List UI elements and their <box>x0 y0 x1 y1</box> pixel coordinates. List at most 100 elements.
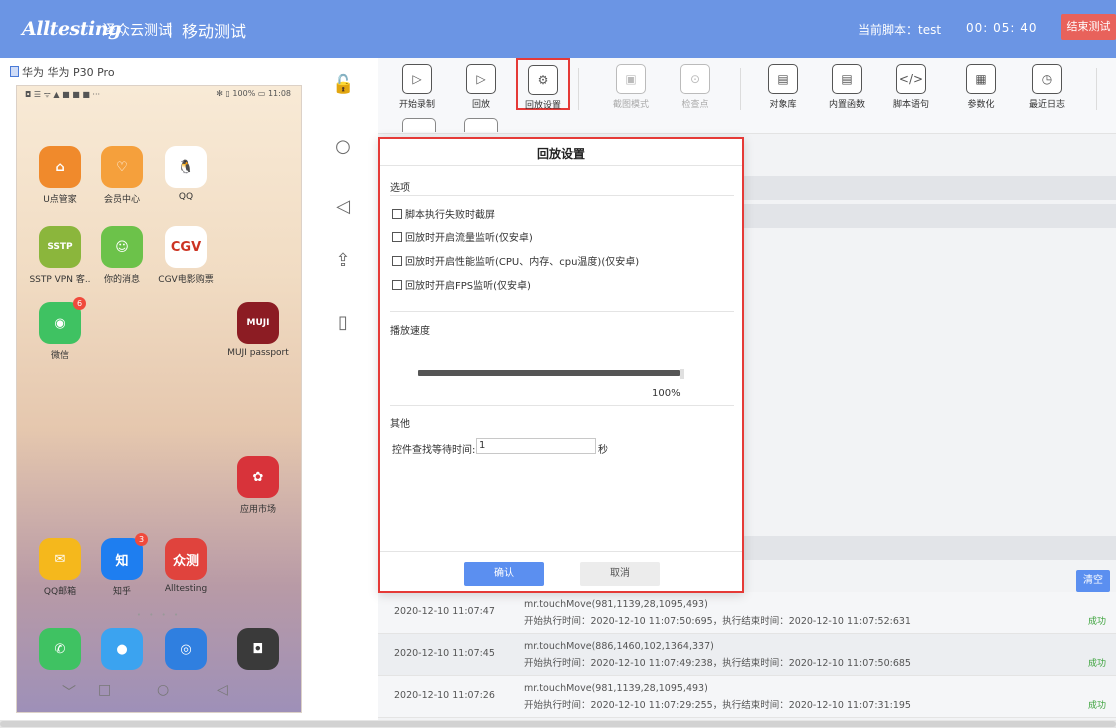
wait-time-unit: 秒 <box>598 445 608 456</box>
phone-call-icon: ✆ <box>39 628 81 670</box>
status-left-icons: ◘ ☰ ᯤ ▲ ■ ■ ■ ··· <box>25 90 101 99</box>
toolbar-screenshot-mode-button[interactable]: ▣ 截图模式 <box>604 64 658 110</box>
qq-penguin-icon: 🐧 <box>165 146 207 188</box>
phone-screen-mirror[interactable]: ◘ ☰ ᯤ ▲ ■ ■ ■ ··· ✻ ▯ 100% ▭ 11:08 • • •… <box>16 85 302 713</box>
replay-settings-dialog: 回放设置 选项 脚本执行失败时截屏 回放时开启流量监听(仅安卓) 回放时开启性能… <box>378 137 744 593</box>
options-section-label: 选项 <box>390 183 410 194</box>
device-name: 华为 华为 P30 Pro <box>22 66 115 79</box>
option-fps-monitor[interactable]: 回放时开启FPS监听(仅安卓) <box>392 277 531 292</box>
screenshot-mode-icon: ▣ <box>616 64 646 94</box>
home-circle-icon[interactable]: ○ <box>332 136 354 158</box>
app-phone-call[interactable]: ✆ <box>25 628 95 674</box>
cancel-button[interactable]: 取消 <box>580 562 660 586</box>
checkbox[interactable] <box>392 231 402 242</box>
log-command: mr.touchMove(981,1139,28,1095,493) <box>524 683 708 694</box>
app-zhihu[interactable]: 知 3 知乎 <box>87 533 157 597</box>
app-label: 会员中心 <box>103 195 140 205</box>
checkbox[interactable] <box>392 279 402 290</box>
app-huawei-appgallery[interactable]: ✿ 应用市场 <box>223 456 293 515</box>
speed-slider[interactable] <box>418 370 680 376</box>
nav-back-icon[interactable]: ◁ <box>217 682 228 698</box>
toolbar-checkpoint-button[interactable]: ⊙ 检查点 <box>668 64 722 110</box>
notification-badge: 6 <box>73 297 86 310</box>
clear-log-button[interactable]: 清空 <box>1076 570 1110 592</box>
replay-settings-gear-icon: ⚙ <box>528 65 558 95</box>
options-divider <box>390 195 734 196</box>
huawei-appgallery-icon: ✿ <box>237 456 279 498</box>
unlock-icon[interactable]: 🔓 <box>332 74 354 96</box>
toolbar-builtin-function-button[interactable]: ▤ 内置函数 <box>820 64 874 110</box>
toolbar-record-play-button[interactable]: ▷ 开始录制 <box>390 64 444 110</box>
rotate-phone-icon[interactable]: ▯ <box>332 312 354 334</box>
nav-home-icon[interactable]: ○ <box>157 682 169 698</box>
phone-status-bar: ◘ ☰ ᯤ ▲ ■ ■ ■ ··· ✻ ▯ 100% ▭ 11:08 <box>17 86 301 104</box>
script-code-icon: </> <box>896 64 926 94</box>
toolbar-replay-button[interactable]: ▷ 回放 <box>454 64 508 110</box>
toolbar-script-code-button[interactable]: </> 脚本语句 <box>884 64 938 110</box>
app-u-home[interactable]: ⌂ U点管家 <box>25 146 95 205</box>
app-label: U点管家 <box>43 195 77 205</box>
wait-time-input[interactable]: 1 <box>476 438 596 454</box>
notification-badge: 3 <box>135 533 148 546</box>
recent-log-icon: ◷ <box>1032 64 1062 94</box>
toolbar-recent-log-button[interactable]: ◷ 最近日志 <box>1020 64 1074 110</box>
toolbar-parameterize-button[interactable]: ▦ 参数化 <box>954 64 1008 110</box>
option-traffic-monitor[interactable]: 回放时开启流量监听(仅安卓) <box>392 229 533 244</box>
scrollbar-thumb[interactable] <box>0 721 1116 727</box>
horizontal-scrollbar[interactable] <box>0 720 1116 728</box>
app-qq-penguin[interactable]: 🐧 QQ <box>151 146 221 202</box>
muji-icon: MUJI <box>237 302 279 344</box>
alltesting-app-icon: 众测 <box>165 538 207 580</box>
device-panel: 华为 华为 P30 Pro ◘ ☰ ᯤ ▲ ■ ■ ■ ··· ✻ ▯ 100%… <box>0 58 310 720</box>
toolbar-separator <box>740 68 741 110</box>
app-muji[interactable]: MUJI MUJI passport <box>223 302 293 358</box>
log-row[interactable]: 2020-12-10 11:07:45 mr.touchMove(886,1460… <box>378 634 1116 676</box>
toolbar-replay-settings-gear-button[interactable]: ⚙ 回放设置 <box>516 58 570 111</box>
confirm-button[interactable]: 确认 <box>464 562 544 586</box>
speed-slider-handle[interactable] <box>680 369 684 379</box>
log-row[interactable]: 2020-12-10 11:07:47 mr.touchMove(981,1139… <box>378 592 1116 634</box>
other-section-label: 其他 <box>390 419 410 430</box>
builtin-function-icon: ▤ <box>832 64 862 94</box>
back-triangle-icon[interactable]: ◁ <box>332 196 354 218</box>
toolbar-label: 脚本语句 <box>892 100 929 110</box>
app-member-heart[interactable]: ♡ 会员中心 <box>87 146 157 205</box>
stop-test-button[interactable]: 结束测试 <box>1061 14 1116 40</box>
app-sstp-vpn[interactable]: SSTP SSTP VPN 客.. <box>25 226 95 285</box>
app-alltesting-app[interactable]: 众测 Alltesting <box>151 538 221 594</box>
toolbar-label: 截图模式 <box>612 100 649 110</box>
member-heart-icon: ♡ <box>101 146 143 188</box>
app-cgv[interactable]: CGV CGV电影购票 <box>151 226 221 285</box>
camera-icon: ◘ <box>237 628 279 670</box>
nav-down-icon[interactable]: ﹀ <box>62 682 76 702</box>
option-screenshot-on-fail[interactable]: 脚本执行失败时截屏 <box>392 206 495 221</box>
toolbar-overflow-tab-2[interactable] <box>464 118 498 132</box>
other-divider <box>390 405 734 406</box>
checkbox[interactable] <box>392 208 402 219</box>
title-separator: | <box>168 20 174 38</box>
app-label: 应用市场 <box>239 505 276 515</box>
checkbox[interactable] <box>392 255 402 266</box>
option-performance-monitor[interactable]: 回放时开启性能监听(CPU、内存、cpu温度)(仅安卓) <box>392 253 639 268</box>
log-info: 开始执行时间：2020-12-10 11:07:29:255，执行结束时间：20… <box>524 700 911 711</box>
app-camera[interactable]: ◘ <box>223 628 293 674</box>
toolbar-label: 内置函数 <box>828 100 865 110</box>
device-phone-icon <box>10 66 19 77</box>
log-time: 2020-12-10 11:07:26 <box>394 690 495 701</box>
wechat-icon: ◉ 6 <box>39 297 86 344</box>
toolbar-overflow-tab-1[interactable] <box>402 118 436 132</box>
toolbar-label: 检查点 <box>681 100 709 110</box>
log-status: 成功 <box>1087 659 1106 669</box>
app-browser-globe[interactable]: ◎ <box>151 628 221 674</box>
nav-recents-icon[interactable]: □ <box>98 682 111 698</box>
toolbar-label: 回放 <box>471 100 490 110</box>
log-row[interactable]: 2020-12-10 11:07:26 mr.touchMove(981,1139… <box>378 676 1116 718</box>
log-time: 2020-12-10 11:07:45 <box>394 648 495 659</box>
app-messages-bubble[interactable]: ● <box>87 628 157 674</box>
app-qq-mail[interactable]: ✉ QQ邮箱 <box>25 538 95 597</box>
record-play-icon: ▷ <box>402 64 432 94</box>
toolbar-object-library-button[interactable]: ▤ 对象库 <box>756 64 810 110</box>
app-wechat[interactable]: ◉ 6 微信 <box>25 297 95 361</box>
app-message-face[interactable]: ☺ 你的消息 <box>87 226 157 285</box>
cloud-upload-icon[interactable]: ⇪ <box>332 250 354 272</box>
